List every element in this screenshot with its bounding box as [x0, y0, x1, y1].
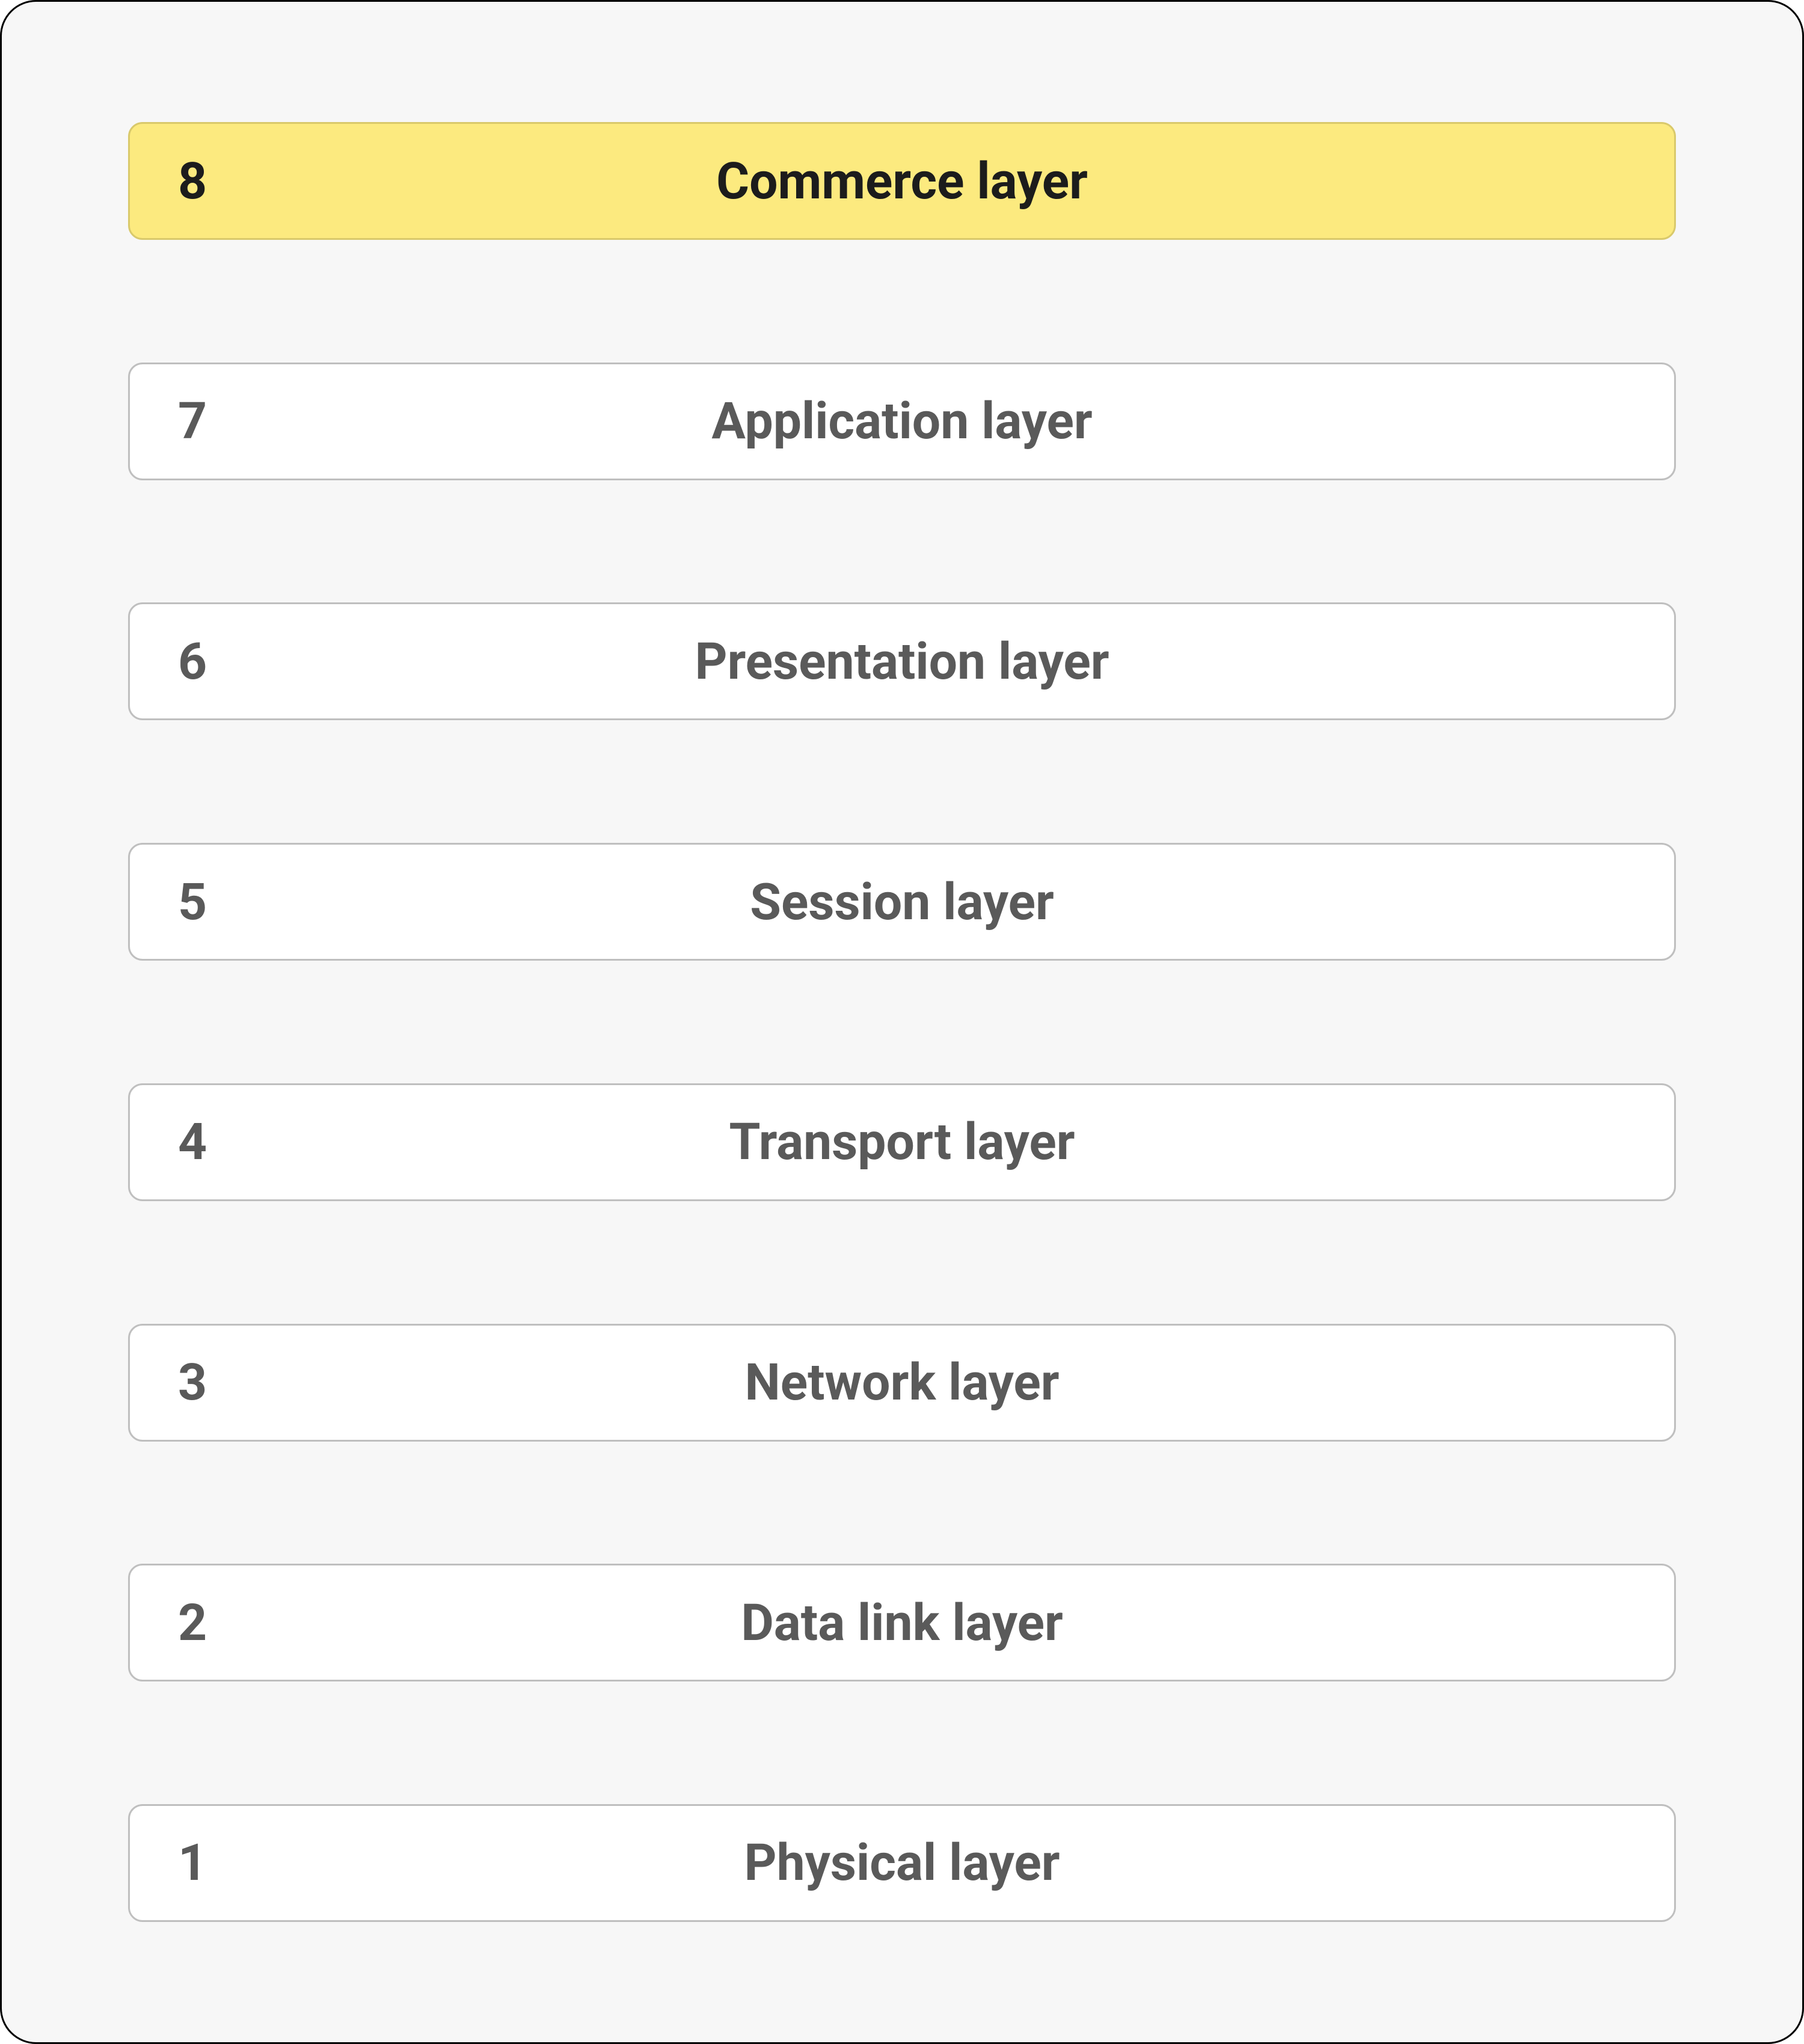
layer-number: 8 — [178, 151, 226, 211]
layer-application: 7 Application layer — [128, 363, 1676, 480]
layer-name: Presentation layer — [130, 632, 1674, 691]
layer-transport: 4 Transport layer — [128, 1083, 1676, 1201]
layer-number: 5 — [178, 872, 226, 932]
layer-name: Physical layer — [130, 1833, 1674, 1893]
layer-network: 3 Network layer — [128, 1324, 1676, 1442]
layer-number: 1 — [178, 1833, 226, 1893]
layer-physical: 1 Physical layer — [128, 1804, 1676, 1922]
layer-name: Session layer — [130, 872, 1674, 932]
layer-presentation: 6 Presentation layer — [128, 602, 1676, 720]
layer-number: 6 — [178, 632, 226, 691]
layer-name: Application layer — [130, 391, 1674, 451]
layer-name: Network layer — [130, 1353, 1674, 1412]
layer-session: 5 Session layer — [128, 843, 1676, 961]
layer-number: 2 — [178, 1593, 226, 1653]
layer-number: 7 — [178, 391, 226, 451]
layer-name: Transport layer — [130, 1112, 1674, 1172]
layer-data-link: 2 Data link layer — [128, 1564, 1676, 1681]
layer-number: 4 — [178, 1112, 226, 1172]
layer-number: 3 — [178, 1353, 226, 1412]
layer-commerce: 8 Commerce layer — [128, 122, 1676, 240]
layer-name: Commerce layer — [130, 151, 1674, 211]
layer-name: Data link layer — [130, 1593, 1674, 1653]
layers-diagram: 8 Commerce layer 7 Application layer 6 P… — [0, 0, 1804, 2044]
